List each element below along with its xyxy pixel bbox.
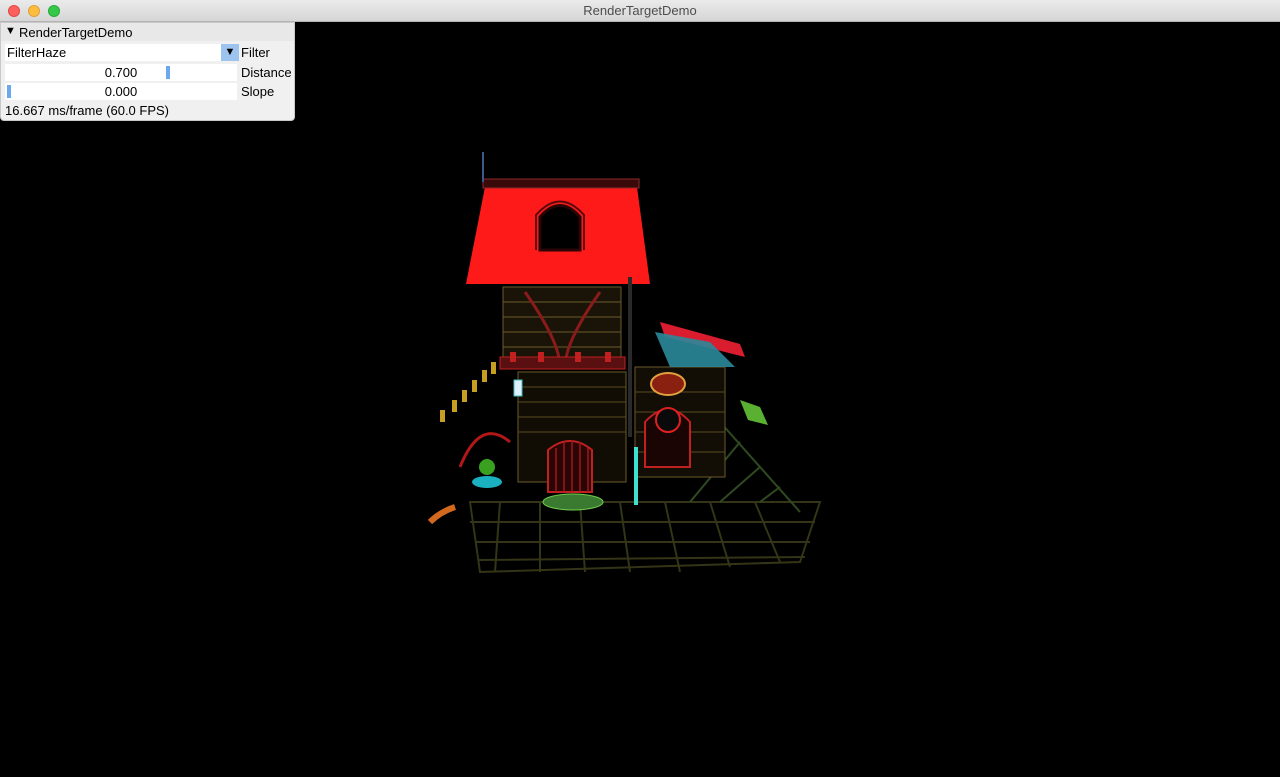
distance-value: 0.700 bbox=[104, 65, 138, 80]
fps-readout: 16.667 ms/frame (60.0 FPS) bbox=[5, 103, 170, 118]
shop-sign bbox=[650, 372, 686, 396]
front-door bbox=[547, 440, 593, 493]
lantern bbox=[513, 379, 523, 397]
upper-wall bbox=[502, 286, 622, 368]
triangle-down-icon[interactable]: ▼ bbox=[5, 25, 16, 37]
dormer-window bbox=[538, 204, 582, 252]
pole bbox=[628, 277, 632, 437]
door-mat bbox=[542, 493, 604, 511]
plant-pot bbox=[472, 476, 502, 488]
stair-railing bbox=[440, 362, 496, 422]
plant bbox=[479, 459, 495, 475]
filter-row: FilterHaze ▼ Filter bbox=[5, 44, 292, 61]
title-bar[interactable]: RenderTargetDemo bbox=[0, 0, 1280, 22]
settings-panel: ▼ RenderTargetDemo FilterHaze ▼ Filter 0… bbox=[0, 22, 295, 121]
panel-title: RenderTargetDemo bbox=[19, 25, 133, 40]
annex-window bbox=[655, 407, 681, 433]
distance-slider[interactable]: 0.700 bbox=[5, 64, 237, 81]
lamp-post bbox=[634, 447, 638, 505]
filter-combo-value: FilterHaze bbox=[7, 45, 67, 60]
rendered-scene bbox=[427, 152, 822, 574]
antenna bbox=[482, 152, 484, 182]
app-window: RenderTargetDemo ▼ RenderTargetDemo Filt… bbox=[0, 0, 1280, 777]
distance-row: 0.700 Distance bbox=[5, 64, 292, 81]
distance-label: Distance bbox=[241, 65, 292, 80]
window-title: RenderTargetDemo bbox=[583, 3, 697, 18]
slope-slider[interactable]: 0.000 bbox=[5, 83, 237, 100]
slope-value: 0.000 bbox=[104, 84, 138, 99]
triangle-down-icon[interactable]: ▼ bbox=[221, 44, 239, 61]
floor-tiles bbox=[468, 501, 822, 574]
render-viewport[interactable] bbox=[0, 22, 1280, 777]
side-banner bbox=[740, 400, 768, 425]
filter-label: Filter bbox=[241, 45, 270, 60]
roof-top bbox=[482, 178, 640, 189]
panel-header[interactable]: ▼ RenderTargetDemo bbox=[1, 23, 294, 41]
filter-combo[interactable]: FilterHaze ▼ bbox=[5, 44, 239, 61]
slope-label: Slope bbox=[241, 84, 275, 99]
slope-row: 0.000 Slope bbox=[5, 83, 292, 100]
ground-edge bbox=[427, 504, 456, 525]
